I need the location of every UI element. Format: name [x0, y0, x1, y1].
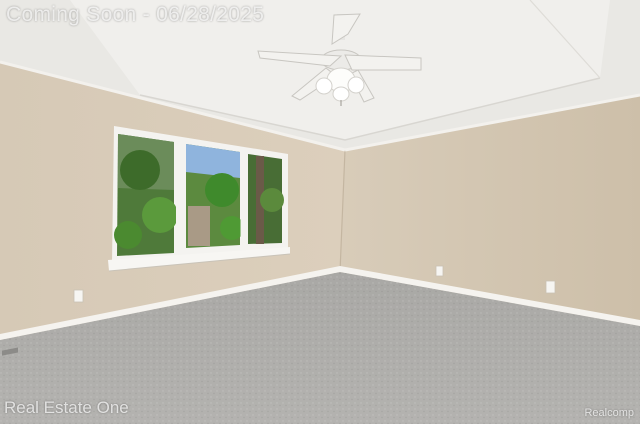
outlet-left — [73, 289, 84, 303]
outlet-middle — [435, 265, 444, 277]
listing-photo: Coming Soon - 06/28/2025 Real Estate One… — [0, 0, 640, 424]
mls-watermark: Realcomp — [584, 407, 634, 419]
brokerage-watermark: Real Estate One — [4, 398, 129, 417]
coming-soon-watermark: Coming Soon - 06/28/2025 — [6, 3, 265, 26]
outlet-right — [545, 280, 556, 294]
room-scene — [0, 0, 640, 424]
